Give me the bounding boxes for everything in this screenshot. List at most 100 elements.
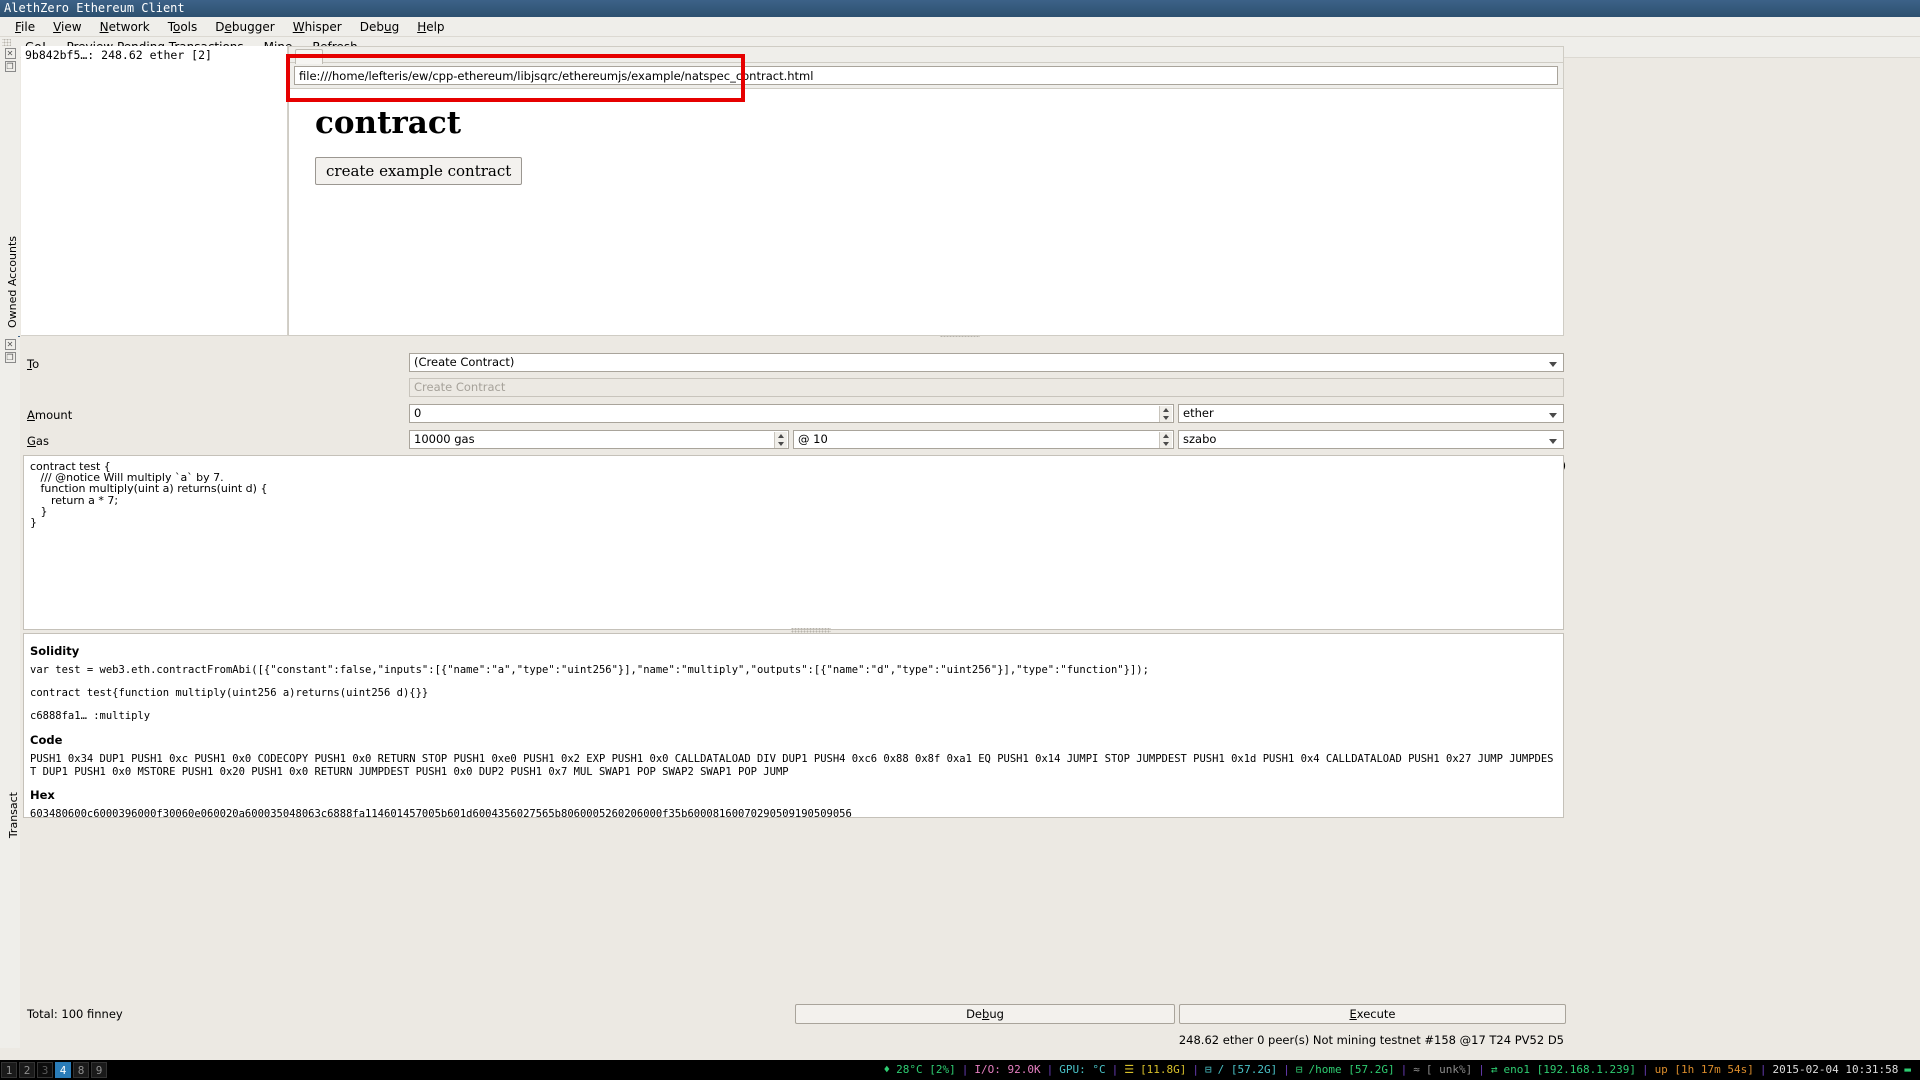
form-row-amount: Amount 0 ether — [21, 404, 1568, 426]
cpu-temp-text: 28°C [2%] — [896, 1063, 956, 1076]
wifi-text: [ unk%] — [1425, 1063, 1473, 1076]
form-row-contract-name: Create Contract — [21, 378, 1568, 400]
hex-text: 603480600c6000396000f30060e060020a600035… — [30, 808, 852, 818]
workspace-button-8[interactable]: 8 — [73, 1062, 89, 1078]
separator-icon: | — [1046, 1063, 1054, 1076]
disk-root-icon: ⊟ — [1205, 1063, 1212, 1076]
solidity-heading: Solidity — [30, 644, 80, 658]
workspace-button-2[interactable]: 2 — [19, 1062, 35, 1078]
separator-icon: | — [961, 1063, 969, 1076]
amount-spinner[interactable] — [1159, 406, 1172, 422]
contract-name-placeholder: Create Contract — [414, 380, 506, 394]
workspace-button-9[interactable]: 9 — [91, 1062, 107, 1078]
list-item[interactable]: 9b842bf5…: 248.62 ether [2] — [21, 46, 287, 64]
memory-text: [11.8G] — [1140, 1063, 1187, 1076]
separator-icon: | — [1641, 1063, 1649, 1076]
web-page-heading: contract — [315, 105, 462, 141]
data-editor[interactable]: contract test { /// @notice Will multipl… — [23, 455, 1564, 630]
gas-input[interactable]: 10000 gas — [409, 430, 789, 449]
clock-text: 2015-02-04 10:31:58 — [1772, 1063, 1899, 1076]
transact-dock-float-icon[interactable]: ❐ — [4, 352, 16, 363]
web-tab[interactable] — [295, 49, 323, 64]
transact-panel: To (Create Contract) Create Contract Amo… — [21, 337, 1568, 1048]
spinner-down-icon — [1160, 440, 1172, 448]
contract-name-input[interactable]: Create Contract — [409, 378, 1564, 397]
system-status-bar: 1 2 3 4 8 9 ♦ 28°C [2%] | I/O: 92.0K | G… — [0, 1060, 1920, 1080]
gas-price-unit-combobox[interactable]: szabo — [1178, 430, 1564, 449]
solidity-abi-text: var test = web3.eth.contractFromAbi([{"c… — [30, 664, 1149, 676]
spinner-down-icon — [1160, 414, 1172, 422]
solidity-interface-text: contract test{function multiply(uint256 … — [30, 687, 429, 699]
gas-spinner[interactable] — [774, 432, 787, 448]
gas-price-unit-value: szabo — [1183, 432, 1217, 446]
workspace-button-3[interactable]: 3 — [37, 1062, 53, 1078]
owned-accounts-list[interactable]: 9b842bf5…: 248.62 ether [2] — [21, 46, 288, 336]
disk-home-icon: ⊟ — [1295, 1063, 1303, 1076]
application-window: AlethZero Ethereum Client File View Netw… — [0, 0, 1920, 1080]
thermometer-icon: ♦ — [883, 1063, 891, 1076]
battery-icon: ▬ — [1904, 1063, 1911, 1076]
window-title: AlethZero Ethereum Client — [4, 1, 185, 15]
web-view-panel: contract create example contract — [288, 46, 1564, 336]
to-value: (Create Contract) — [414, 355, 515, 369]
to-label: To — [27, 357, 40, 371]
transact-dock-strip: ✕ ❐ Transact — [0, 337, 20, 1048]
status-bar-text: 248.62 ether 0 peer(s) Not mining testne… — [1178, 1033, 1564, 1047]
web-tab-strip — [289, 47, 1563, 64]
form-row-gas: Gas 10000 gas @ 10 szabo — [21, 430, 1568, 452]
menu-item-network[interactable]: Network — [91, 18, 159, 36]
workspace-button-4[interactable]: 4 — [55, 1062, 71, 1078]
menu-bar: File View Network Tools Debugger Whisper… — [0, 17, 1920, 37]
transact-dock-close-icon[interactable]: ✕ — [4, 339, 16, 350]
disk-home-text: /home [57.2G] — [1308, 1063, 1395, 1076]
gas-value: 10000 gas — [414, 432, 475, 446]
menu-item-tools[interactable]: Tools — [159, 18, 207, 36]
separator-icon: | — [1192, 1063, 1200, 1076]
menu-item-whisper[interactable]: Whisper — [284, 18, 351, 36]
uptime-text: up [1h 17m 54s] — [1654, 1063, 1754, 1076]
disk-root-text: / [57.2G] — [1217, 1063, 1278, 1076]
url-bar-row — [289, 63, 1563, 89]
gas-price-value: @ 10 — [798, 432, 828, 446]
system-tray-area: ♦ 28°C [2%] | I/O: 92.0K | GPU: °C | ☰ [… — [880, 1060, 1920, 1080]
dock-float-icon[interactable]: ❐ — [4, 61, 16, 72]
gas-price-input[interactable]: @ 10 — [793, 430, 1174, 449]
hex-heading: Hex — [30, 788, 55, 802]
execute-button[interactable]: Execute — [1179, 1004, 1566, 1024]
owned-accounts-dock-strip: ✕ ❐ Owned Accounts — [0, 46, 20, 336]
separator-icon: | — [1111, 1063, 1119, 1076]
memory-icon: ☰ — [1124, 1063, 1135, 1076]
amount-input[interactable]: 0 — [409, 404, 1174, 423]
workspace-button-1[interactable]: 1 — [1, 1062, 17, 1078]
amount-value: 0 — [414, 406, 422, 420]
amount-unit-value: ether — [1183, 406, 1214, 420]
total-label: Total: 100 finney — [27, 1007, 123, 1021]
io-text: I/O: 92.0K — [974, 1063, 1041, 1076]
url-input[interactable] — [294, 66, 1558, 85]
separator-icon: | — [1283, 1063, 1290, 1076]
gpu-text: GPU: °C — [1059, 1063, 1106, 1076]
amount-unit-combobox[interactable]: ether — [1178, 404, 1564, 423]
code-heading: Code — [30, 733, 63, 747]
wifi-icon: ≈ — [1413, 1063, 1420, 1076]
spinner-up-icon — [1160, 432, 1172, 440]
menu-item-view[interactable]: View — [44, 18, 90, 36]
debug-button[interactable]: Debug — [795, 1004, 1175, 1024]
amount-label: Amount — [27, 408, 73, 422]
to-combobox[interactable]: (Create Contract) — [409, 353, 1564, 372]
separator-icon: | — [1759, 1063, 1767, 1076]
create-example-contract-button[interactable]: create example contract — [315, 157, 523, 185]
ethernet-icon: ⇄ — [1490, 1063, 1498, 1076]
spinner-down-icon — [775, 440, 787, 448]
menu-item-help[interactable]: Help — [408, 18, 453, 36]
web-page-content: contract create example contract — [289, 89, 1563, 335]
owned-accounts-dock-title: Owned Accounts — [6, 236, 19, 329]
gas-price-spinner[interactable] — [1159, 432, 1172, 448]
form-row-to: To (Create Contract) — [21, 353, 1568, 375]
menu-item-file[interactable]: File — [6, 18, 44, 36]
menu-item-debug[interactable]: Debug — [351, 18, 408, 36]
dock-close-icon[interactable]: ✕ — [4, 48, 16, 59]
code-assembly-text: PUSH1 0x34 DUP1 PUSH1 0xc PUSH1 0x0 CODE… — [30, 753, 1554, 778]
window-titlebar: AlethZero Ethereum Client — [0, 0, 1920, 17]
menu-item-debugger[interactable]: Debugger — [206, 18, 283, 36]
